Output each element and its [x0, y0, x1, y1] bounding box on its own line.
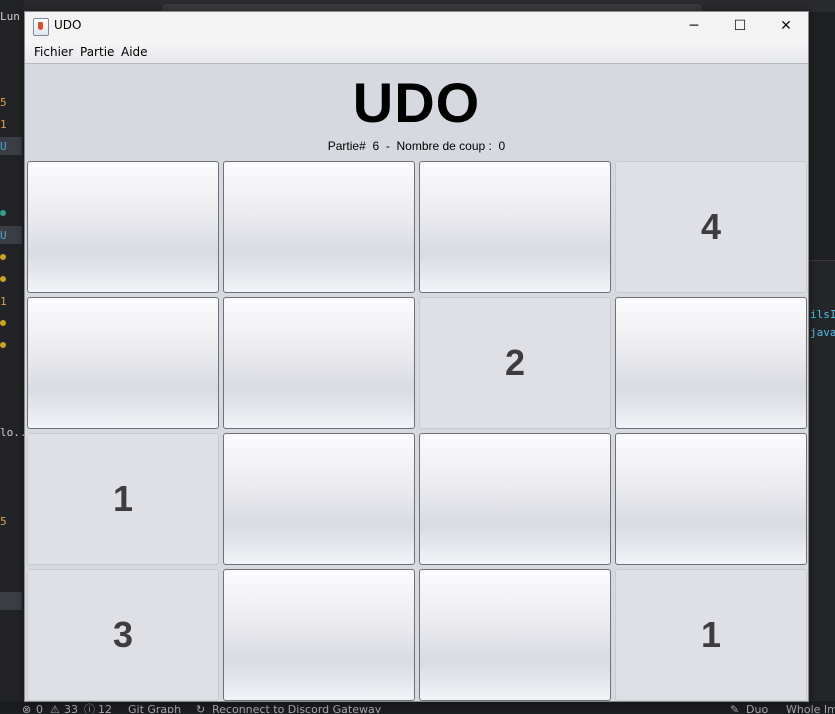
grid-cell[interactable]: 1	[615, 569, 807, 701]
udo-window: UDO ─ ☐ ✕ Fichier Partie Aide UDO Partie…	[24, 11, 809, 702]
ide-selection	[0, 592, 22, 610]
coups-label: Nombre de coup :	[396, 139, 492, 153]
ide-line-number: 1	[0, 118, 7, 131]
minimize-button[interactable]: ─	[671, 12, 717, 41]
grid-cell[interactable]	[615, 433, 807, 565]
game-grid: 42131	[27, 161, 807, 701]
grid-cell[interactable]	[27, 161, 219, 293]
warning-count[interactable]: 33	[64, 701, 78, 713]
ide-dot-icon	[0, 210, 6, 216]
duo-icon: ✎	[730, 703, 740, 713]
grid-cell[interactable]	[223, 433, 415, 565]
menu-partie[interactable]: Partie	[80, 45, 114, 59]
refresh-icon: ↻	[196, 703, 206, 713]
game-content: UDO Partie# 6 - Nombre de coup : 0 42131	[25, 64, 808, 701]
ide-dot-icon	[0, 276, 6, 282]
menu-fichier[interactable]: Fichier	[34, 45, 73, 59]
grid-cell[interactable]	[223, 297, 415, 429]
ide-line-number: 1	[0, 295, 7, 308]
info-count[interactable]: 12	[98, 701, 112, 713]
ide-dot-icon	[0, 320, 6, 326]
grid-cell[interactable]: 3	[27, 569, 219, 701]
ide-dot-icon	[0, 254, 6, 260]
grid-cell[interactable]: 1	[27, 433, 219, 565]
ide-code-text: java	[810, 326, 835, 339]
duo-label[interactable]: Duo	[746, 701, 768, 713]
menu-aide[interactable]: Aide	[121, 45, 148, 59]
warning-icon: ⚠	[50, 703, 60, 713]
ide-line-number: 5	[0, 515, 7, 528]
error-icon: ⊗	[22, 703, 32, 713]
coups-count: 0	[498, 139, 506, 153]
grid-cell[interactable]: 4	[615, 161, 807, 293]
game-title: UDO	[352, 71, 481, 134]
title-bar[interactable]: UDO ─ ☐ ✕	[25, 12, 808, 41]
ide-line-number: 5	[0, 96, 7, 109]
grid-cell[interactable]: 2	[419, 297, 611, 429]
whole-label[interactable]: Whole Im	[786, 701, 835, 713]
error-count[interactable]: 0	[36, 701, 43, 713]
grid-cell[interactable]	[27, 297, 219, 429]
grid-cell[interactable]	[419, 161, 611, 293]
grid-cell[interactable]	[419, 433, 611, 565]
window-title: UDO	[54, 18, 82, 32]
maximize-button[interactable]: ☐	[717, 12, 763, 41]
git-graph-link[interactable]: Git Graph	[128, 701, 181, 713]
grid-cell[interactable]	[223, 161, 415, 293]
menu-bar: Fichier Partie Aide	[25, 41, 808, 64]
ide-status-bar: ⊗ 0 ⚠ 33 ⓘ 12 Git Graph ↻ Reconnect to D…	[0, 701, 835, 713]
ide-line-number: U	[0, 140, 7, 153]
close-button[interactable]: ✕	[763, 12, 809, 41]
partie-label: Partie#	[327, 139, 366, 153]
grid-cell[interactable]	[419, 569, 611, 701]
ide-label: Lun	[0, 10, 20, 23]
ide-code-text: ilsI	[810, 308, 835, 321]
info-icon: ⓘ	[84, 703, 95, 713]
game-info: Partie# 6 - Nombre de coup : 0	[25, 139, 808, 153]
ide-line-number: U	[0, 229, 7, 242]
java-app-icon	[33, 18, 49, 36]
grid-cell[interactable]	[223, 569, 415, 701]
grid-cell[interactable]	[615, 297, 807, 429]
discord-reconnect-link[interactable]: Reconnect to Discord Gateway	[212, 701, 381, 713]
ide-dot-icon	[0, 342, 6, 348]
